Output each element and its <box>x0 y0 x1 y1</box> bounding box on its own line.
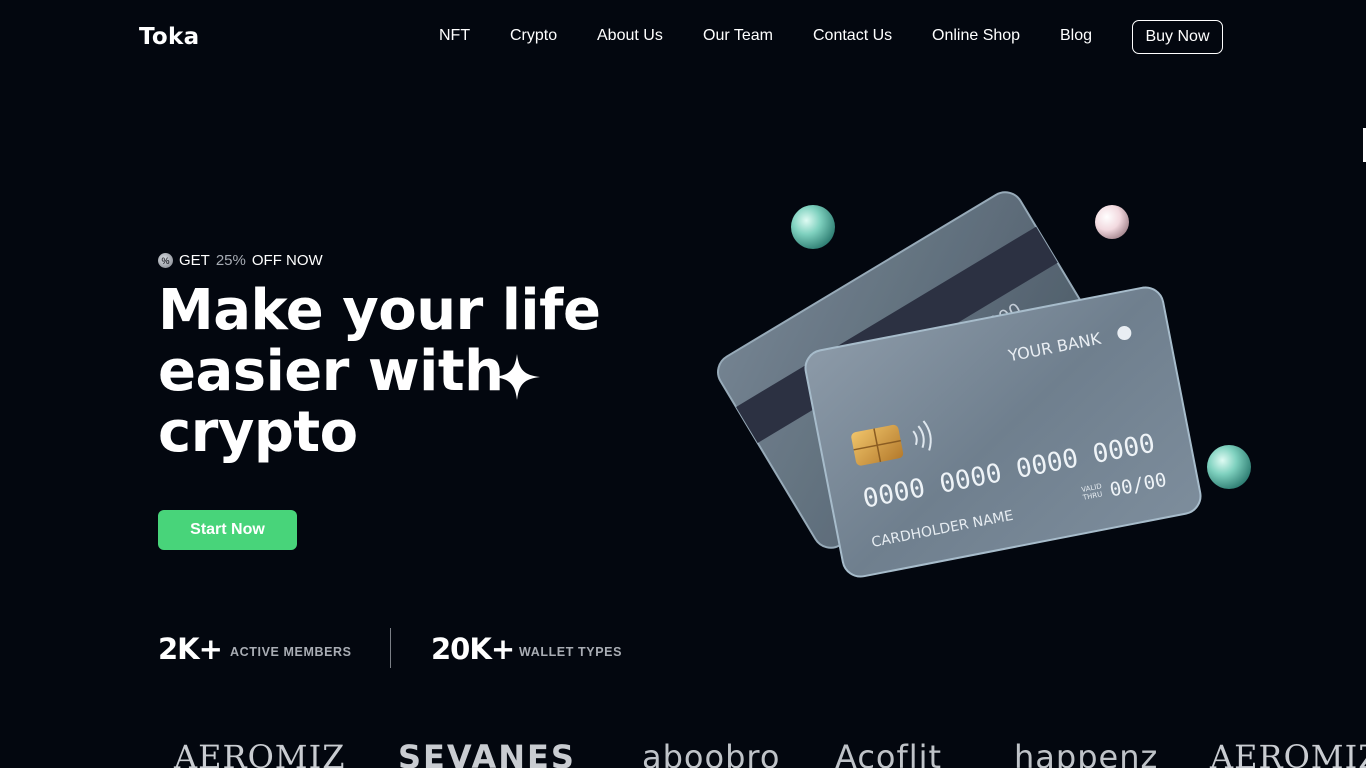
promo-percent: 25% <box>215 252 246 269</box>
sparkle-icon <box>494 354 540 400</box>
nav-item-contact-us[interactable]: Contact Us <box>813 27 892 45</box>
percent-badge-icon: % <box>158 253 173 268</box>
contactless-icon <box>912 420 932 451</box>
card-number-4: 0000 <box>1090 429 1157 470</box>
stat-members-label: ACTIVE MEMBERS <box>230 645 352 659</box>
nav-item-crypto[interactable]: Crypto <box>510 27 557 45</box>
stat-wallets-value: 20K+ <box>431 632 515 666</box>
card-holder: CARDHOLDER NAME <box>870 508 1014 551</box>
site-logo[interactable]: Toka <box>139 24 199 50</box>
card-number-2: 0000 <box>937 458 1004 499</box>
card-bank-name: YOUR BANK <box>1006 329 1103 366</box>
headline-line-1: Make your life <box>158 278 601 343</box>
card-expiry: 00/00 <box>1108 469 1168 502</box>
card-number-1: 0000 <box>861 473 928 514</box>
nav-item-about-us[interactable]: About Us <box>597 27 663 45</box>
teal-sphere-icon <box>1207 445 1251 489</box>
card-valid-label-2: THRU <box>1081 490 1103 502</box>
partner-logo: aboobro <box>642 738 781 768</box>
promo-suffix: OFF NOW <box>251 252 323 269</box>
card-chip-icon <box>851 424 904 466</box>
teal-sphere-icon <box>791 205 835 249</box>
back-card-number: 000 <box>985 299 1025 335</box>
stats-divider <box>390 628 391 668</box>
stat-wallets-label: WALLET TYPES <box>519 645 623 659</box>
promo-tagline: % GET 25% OFF NOW <box>158 252 323 269</box>
start-now-button[interactable]: Start Now <box>158 510 297 550</box>
nav-item-blog[interactable]: Blog <box>1060 27 1092 45</box>
partner-logo: Acoflit <box>835 738 943 768</box>
partner-logo: AEROMIZ <box>174 738 346 768</box>
front-card: YOUR BANK 0000 0000 0000 0000 CARDHOLDER… <box>804 286 1202 578</box>
buy-now-button[interactable]: Buy Now <box>1132 20 1223 54</box>
back-card: 000 <box>717 191 1119 549</box>
nav-item-nft[interactable]: NFT <box>439 27 470 45</box>
stat-members-value: 2K+ <box>158 632 223 666</box>
headline-line-3: crypto <box>158 400 358 465</box>
nav-item-online-shop[interactable]: Online Shop <box>932 27 1020 45</box>
nav-item-our-team[interactable]: Our Team <box>703 27 773 45</box>
bank-logo-icon <box>1117 326 1132 341</box>
partner-logo: SEVANES <box>398 738 576 768</box>
pink-sphere-icon <box>1095 205 1129 239</box>
promo-prefix: GET <box>179 252 210 269</box>
card-valid-label-1: VALID <box>1081 482 1103 494</box>
partner-logo: AEROMIZ <box>1210 738 1366 768</box>
partner-logo: happenz <box>1014 738 1159 768</box>
card-number-3: 0000 <box>1014 443 1081 484</box>
